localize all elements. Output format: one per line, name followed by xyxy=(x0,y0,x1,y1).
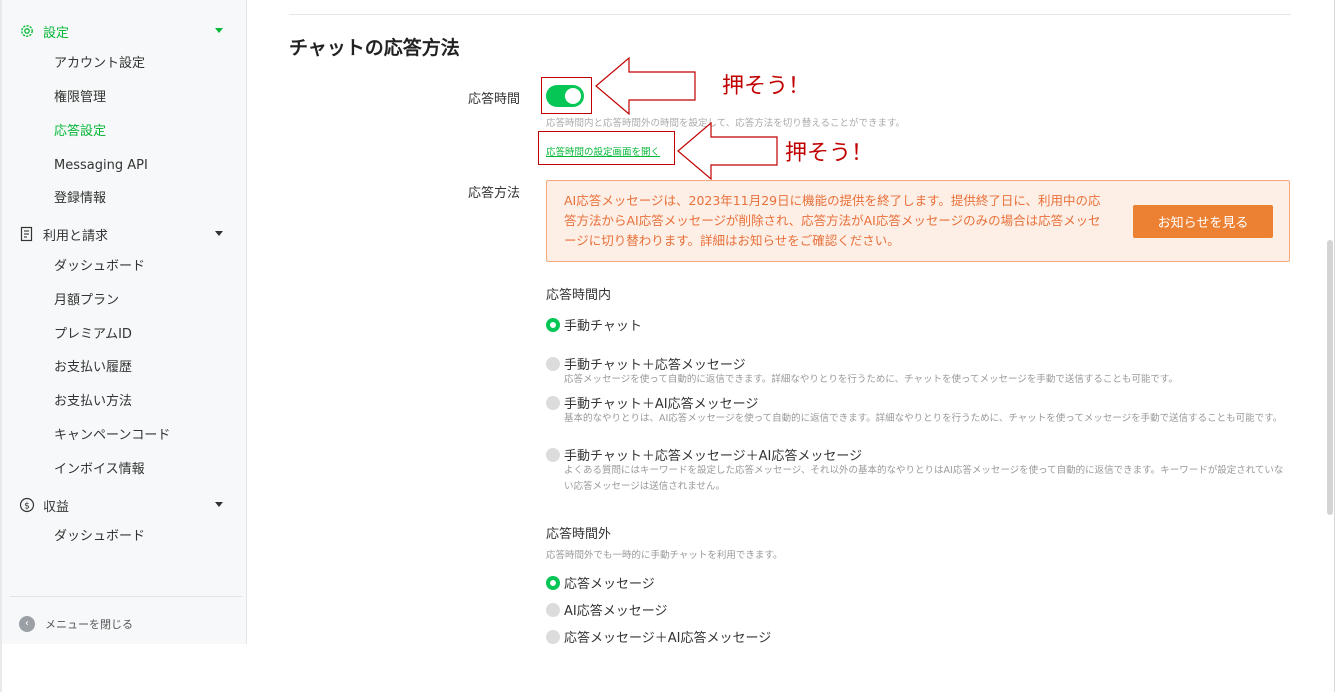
radio-label[interactable]: 手動チャット＋応答メッセージ＋AI応答メッセージ xyxy=(564,445,862,464)
chevron-down-icon xyxy=(215,28,223,33)
outside-hours-title: 応答時間外 xyxy=(546,527,612,542)
radio-label[interactable]: 手動チャット xyxy=(564,315,642,334)
radio-manual-chat-auto-ai-response[interactable] xyxy=(546,448,560,462)
radio-label[interactable]: 手動チャット＋AI応答メッセージ xyxy=(564,393,758,412)
sidebar-group-billing[interactable]: 利用と請求 xyxy=(2,219,247,249)
alert-text: AI応答メッセージは、2023年11月29日に機能の提供を終了します。提供終了日… xyxy=(564,193,1101,248)
gear-icon xyxy=(21,25,33,37)
page-title: チャットの応答方法 xyxy=(289,37,460,59)
radio-label[interactable]: 応答メッセージ xyxy=(564,573,655,592)
radio-ai-response[interactable] xyxy=(546,603,560,617)
close-menu-label: メニューを閉じる xyxy=(45,618,133,631)
annotation-push-label: 押そう！ xyxy=(722,74,811,99)
radio-description: 応答メッセージを使って自動的に返信できます。詳細なやりとりを行うために、チャット… xyxy=(564,374,1178,385)
sidebar-item-permissions[interactable]: 権限管理 xyxy=(54,88,106,108)
radio-description: 基本的なやりとりは、AI応答メッセージを使って自動的に返信できます。詳細なやりと… xyxy=(564,413,1283,424)
sidebar-item-invoice-info[interactable]: インボイス情報 xyxy=(54,460,145,480)
document-icon xyxy=(20,226,33,242)
chevron-down-icon xyxy=(215,502,223,507)
header-divider xyxy=(289,14,1291,15)
sidebar-item-registration[interactable]: 登録情報 xyxy=(54,189,106,209)
view-notice-button[interactable]: お知らせを見る xyxy=(1133,205,1273,238)
sidebar-item-campaign-code[interactable]: キャンペーンコード xyxy=(54,426,170,446)
annotation-arrow-icon xyxy=(677,122,778,181)
scrollbar-thumb[interactable] xyxy=(1327,240,1333,515)
sidebar-item-payment-method[interactable]: お支払い方法 xyxy=(54,392,132,412)
sidebar: 設定 アカウント設定 権限管理 応答設定 Messaging API 登録情報 … xyxy=(2,0,247,644)
chevron-left-icon: ‹ xyxy=(19,616,35,632)
sidebar-group-revenue[interactable]: $ 収益 xyxy=(2,490,247,520)
radio-manual-chat[interactable] xyxy=(546,318,560,332)
sidebar-item-monthly-plan[interactable]: 月額プラン xyxy=(54,291,119,311)
radio-manual-chat-ai-response[interactable] xyxy=(546,396,560,410)
radio-auto-response[interactable] xyxy=(546,576,560,590)
annotation-highlight-box xyxy=(538,131,675,165)
dollar-icon: $ xyxy=(19,497,35,513)
sidebar-divider xyxy=(10,596,242,597)
annotation-push-label: 押そう！ xyxy=(785,141,874,166)
radio-auto-ai-response[interactable] xyxy=(546,630,560,644)
sidebar-group-label: 設定 xyxy=(43,25,70,41)
sidebar-item-dashboard[interactable]: ダッシュボード xyxy=(54,257,145,277)
sidebar-item-payment-history[interactable]: お支払い履歴 xyxy=(54,358,132,378)
window-right-border xyxy=(1334,0,1335,692)
sidebar-item-premium-id[interactable]: プレミアムID xyxy=(54,325,132,345)
radio-description: よくある質問にはキーワードを設定した応答メッセージ、それ以外の基本的なやりとりは… xyxy=(564,465,1284,492)
sidebar-group-label: 収益 xyxy=(43,499,70,515)
sidebar-group-label: 利用と請求 xyxy=(43,228,109,244)
close-menu-button[interactable]: ‹ メニューを閉じる xyxy=(19,614,133,634)
sidebar-group-settings[interactable]: 設定 xyxy=(2,16,247,46)
annotation-highlight-box xyxy=(541,77,592,114)
chevron-down-icon xyxy=(215,231,223,236)
radio-label[interactable]: 手動チャット＋応答メッセージ xyxy=(564,354,746,373)
radio-manual-chat-auto-response[interactable] xyxy=(546,357,560,371)
response-method-label: 応答方法 xyxy=(467,186,520,201)
radio-label[interactable]: AI応答メッセージ xyxy=(564,600,667,619)
sidebar-item-revenue-dashboard[interactable]: ダッシュボード xyxy=(54,527,145,547)
svg-text:$: $ xyxy=(24,502,30,512)
sidebar-item-response-settings[interactable]: 応答設定 xyxy=(54,122,106,142)
sidebar-item-messaging-api[interactable]: Messaging API xyxy=(54,156,148,176)
sidebar-item-account-settings[interactable]: アカウント設定 xyxy=(54,54,145,74)
radio-label[interactable]: 応答メッセージ＋AI応答メッセージ xyxy=(564,627,771,646)
response-time-label: 応答時間 xyxy=(467,92,520,107)
outside-hours-desc: 応答時間外でも一時的に手動チャットを利用できます。 xyxy=(546,550,783,561)
annotation-arrow-icon xyxy=(595,56,696,116)
within-hours-title: 応答時間内 xyxy=(546,288,612,303)
notice-alert: AI応答メッセージは、2023年11月29日に機能の提供を終了します。提供終了日… xyxy=(546,180,1290,262)
